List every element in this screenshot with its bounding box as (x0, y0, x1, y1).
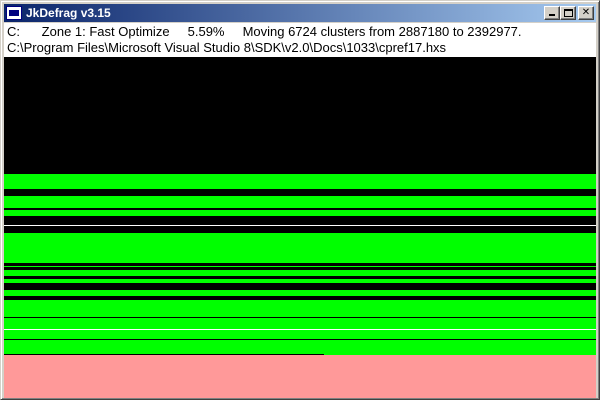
cluster-line (4, 225, 596, 226)
cluster-band (4, 210, 596, 216)
minimize-icon (549, 14, 555, 16)
minimize-button[interactable] (544, 6, 560, 20)
status-line: C: Zone 1: Fast Optimize 5.59% Moving 67… (7, 24, 522, 40)
cluster-gap (4, 317, 596, 318)
window-title: JkDefrag v3.15 (26, 6, 111, 20)
current-file-path: C:\Program Files\Microsoft Visual Studio… (7, 40, 447, 55)
maximize-icon (564, 9, 573, 17)
disk-cluster-map (4, 57, 596, 398)
zone-label: Zone 1: Fast Optimize (41, 24, 170, 39)
disk-cluster-map-graphic (4, 57, 596, 398)
cluster-band (4, 279, 596, 283)
status-message: Moving 6724 clusters from 2887180 to 239… (242, 24, 522, 39)
maximize-button[interactable] (560, 6, 576, 20)
cluster-band (4, 290, 596, 296)
cluster-gap (4, 189, 596, 192)
cluster-band (4, 174, 596, 189)
close-icon: ✕ (581, 7, 591, 18)
cluster-band (4, 196, 596, 208)
app-icon[interactable] (6, 6, 22, 20)
title-bar[interactable]: JkDefrag v3.15 ✕ (4, 4, 596, 22)
close-button[interactable]: ✕ (578, 6, 594, 20)
cluster-line (4, 329, 596, 330)
cluster-band (4, 270, 596, 276)
cluster-gap (4, 339, 596, 340)
app-window: JkDefrag v3.15 ✕ C: Zone 1: Fast Optimiz… (0, 0, 600, 400)
progress-percent: 5.59% (187, 24, 225, 39)
cluster-gap (4, 208, 596, 210)
cluster-band (4, 300, 596, 354)
cluster-band (4, 233, 596, 267)
cluster-gap (4, 263, 596, 266)
unmovable-zone (4, 355, 596, 398)
drive-letter: C: (7, 24, 20, 39)
client-area: C: Zone 1: Fast Optimize 5.59% Moving 67… (4, 23, 596, 398)
title-buttons: ✕ (544, 6, 594, 20)
